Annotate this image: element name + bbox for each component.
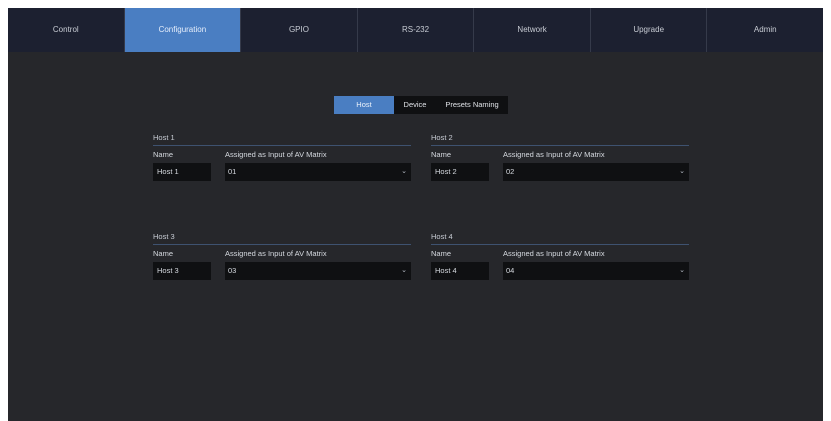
host-title: Host 4 — [431, 231, 689, 245]
assign-label: Assigned as Input of AV Matrix — [225, 249, 327, 258]
name-label: Name — [153, 249, 174, 258]
select-value: 03 — [228, 266, 237, 275]
tab-gpio[interactable]: GPIO — [241, 8, 358, 52]
host-name-input[interactable] — [153, 262, 211, 280]
host-title: Host 3 — [153, 231, 411, 245]
assign-input-select[interactable]: 01 ⌄ — [225, 163, 411, 181]
subtab-presets-naming[interactable]: Presets Naming — [436, 96, 508, 114]
host-section-2: Host 2 Name Assigned as Input of AV Matr… — [431, 132, 689, 181]
assign-label: Assigned as Input of AV Matrix — [225, 150, 327, 159]
select-value: 04 — [506, 266, 515, 275]
host-name-input[interactable] — [431, 163, 489, 181]
name-label: Name — [431, 249, 452, 258]
chevron-down-icon: ⌄ — [401, 267, 407, 274]
select-value: 02 — [506, 167, 515, 176]
subtab-device[interactable]: Device — [394, 96, 436, 114]
app-frame: Control Configuration GPIO RS-232 Networ… — [8, 8, 823, 421]
assign-input-select[interactable]: 04 ⌄ — [503, 262, 689, 280]
config-subtabs: Host Device Presets Naming — [334, 96, 508, 114]
tab-rs232[interactable]: RS-232 — [358, 8, 475, 52]
assign-label: Assigned as Input of AV Matrix — [503, 150, 605, 159]
tab-admin[interactable]: Admin — [707, 8, 823, 52]
host-section-4: Host 4 Name Assigned as Input of AV Matr… — [431, 231, 689, 280]
tab-upgrade[interactable]: Upgrade — [591, 8, 708, 52]
assign-label: Assigned as Input of AV Matrix — [503, 249, 605, 258]
tab-control[interactable]: Control — [8, 8, 125, 52]
tab-configuration[interactable]: Configuration — [124, 8, 242, 52]
host-name-input[interactable] — [153, 163, 211, 181]
assign-input-select[interactable]: 02 ⌄ — [503, 163, 689, 181]
chevron-down-icon: ⌄ — [401, 168, 407, 175]
host-name-input[interactable] — [431, 262, 489, 280]
name-label: Name — [431, 150, 452, 159]
assign-input-select[interactable]: 03 ⌄ — [225, 262, 411, 280]
tab-network[interactable]: Network — [474, 8, 591, 52]
name-label: Name — [153, 150, 174, 159]
top-navigation: Control Configuration GPIO RS-232 Networ… — [8, 8, 823, 52]
host-title: Host 1 — [153, 132, 411, 146]
chevron-down-icon: ⌄ — [679, 267, 685, 274]
host-section-1: Host 1 Name Assigned as Input of AV Matr… — [153, 132, 411, 181]
chevron-down-icon: ⌄ — [679, 168, 685, 175]
subtab-host[interactable]: Host — [334, 96, 394, 114]
host-title: Host 2 — [431, 132, 689, 146]
select-value: 01 — [228, 167, 237, 176]
host-section-3: Host 3 Name Assigned as Input of AV Matr… — [153, 231, 411, 280]
